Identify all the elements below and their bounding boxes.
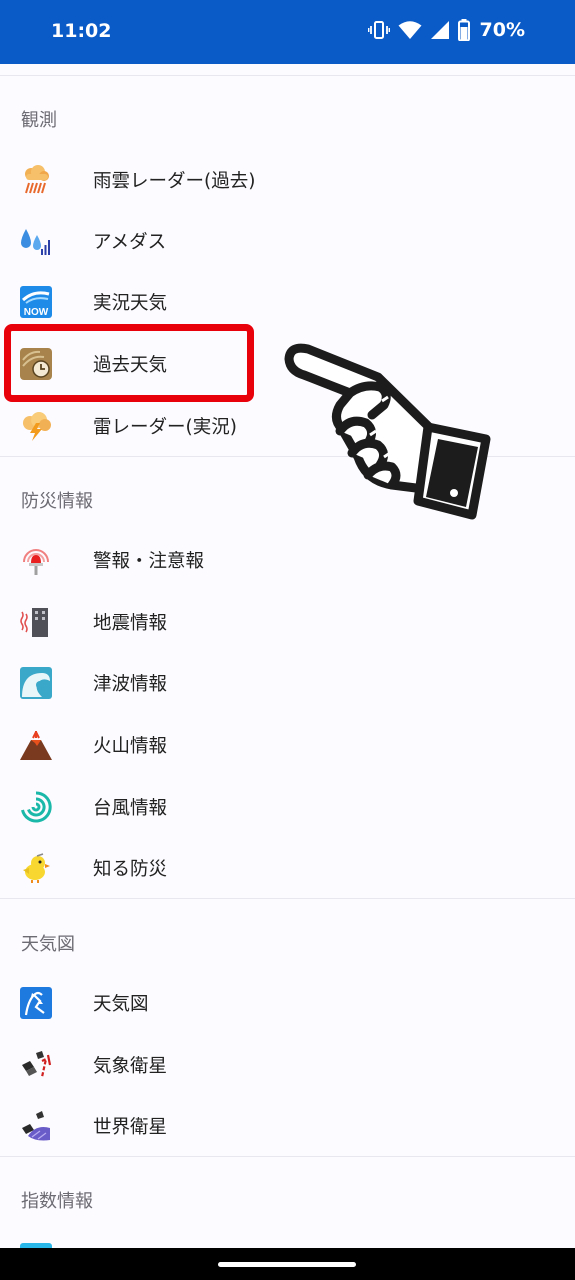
- lightning-icon: [23, 412, 51, 441]
- amedas-raindrop-icon: [21, 229, 50, 255]
- section-divider: [0, 1156, 575, 1157]
- status-bar: 11:02 70%: [0, 0, 575, 64]
- tsunami-wave-icon: [20, 667, 52, 699]
- earthquake-building-icon: [20, 608, 48, 637]
- highlight-box: [4, 324, 254, 402]
- wifi-icon: [398, 21, 422, 39]
- menu-item-label: 火山情報: [93, 736, 168, 757]
- section-divider: [0, 898, 575, 899]
- weather-map-icon: [20, 987, 52, 1019]
- menu-item-label: 台風情報: [93, 798, 168, 819]
- weather-satellite-icon: [22, 1051, 52, 1078]
- section-header-index-info: 指数情報: [21, 1191, 93, 1212]
- menu-item-warnings[interactable]: 警報・注意報: [0, 529, 575, 591]
- menu-item-label: 気象衛星: [93, 1056, 168, 1077]
- menu-item-tsunami[interactable]: 津波情報: [0, 652, 575, 714]
- menu-item-label: 警報・注意報: [93, 551, 205, 572]
- navigation-bar: [0, 1248, 575, 1280]
- menu-item-volcano[interactable]: 火山情報: [0, 714, 575, 776]
- menu-item-typhoon[interactable]: 台風情報: [0, 776, 575, 838]
- menu-item-label: 天気図: [93, 994, 149, 1015]
- pointing-hand-icon: [284, 343, 491, 520]
- svg-text:NOW: NOW: [24, 307, 49, 318]
- menu-item-label: 雷レーダー(実況): [93, 417, 237, 438]
- section-header-disaster-prevention: 防災情報: [21, 491, 93, 512]
- section-header-weather-maps: 天気図: [21, 934, 75, 955]
- menu-item-amedas[interactable]: アメダス: [0, 210, 575, 272]
- menu-item-label: 世界衛星: [93, 1117, 168, 1138]
- section-header-observation: 観測: [21, 110, 57, 131]
- menu-item-disaster-knowledge[interactable]: 知る防災: [0, 837, 575, 899]
- menu-item-rain-radar-past[interactable]: 雨雲レーダー(過去): [0, 149, 575, 211]
- menu-item-label: 津波情報: [93, 674, 168, 695]
- bird-mascot-icon: [23, 853, 50, 883]
- warning-beacon-icon: [23, 549, 49, 575]
- menu-item-label: 雨雲レーダー(過去): [93, 171, 256, 192]
- menu-item-earthquake[interactable]: 地震情報: [0, 591, 575, 653]
- typhoon-icon: [21, 791, 52, 823]
- menu-item-label: 実況天気: [93, 293, 168, 314]
- menu-item-weather-map[interactable]: 天気図: [0, 972, 575, 1034]
- status-icons: 70%: [367, 19, 525, 41]
- menu-item-label: 地震情報: [93, 613, 168, 634]
- now-weather-icon: NOW: [20, 286, 52, 318]
- world-satellite-icon: [22, 1111, 50, 1141]
- home-gesture-handle[interactable]: [218, 1262, 356, 1267]
- status-time: 11:02: [51, 20, 112, 42]
- volcano-icon: [20, 731, 52, 760]
- cell-signal-icon: [430, 21, 449, 39]
- menu-item-label: アメダス: [93, 232, 167, 253]
- menu-item-label: 知る防災: [93, 859, 168, 880]
- top-divider: [0, 75, 575, 76]
- vibrate-icon: [367, 21, 390, 39]
- rain-cloud-icon: [25, 165, 49, 194]
- battery-percentage: 70%: [479, 19, 525, 41]
- menu-item-weather-satellite[interactable]: 気象衛星: [0, 1034, 575, 1096]
- battery-icon: [457, 19, 470, 41]
- menu-item-world-satellite[interactable]: 世界衛星: [0, 1095, 575, 1157]
